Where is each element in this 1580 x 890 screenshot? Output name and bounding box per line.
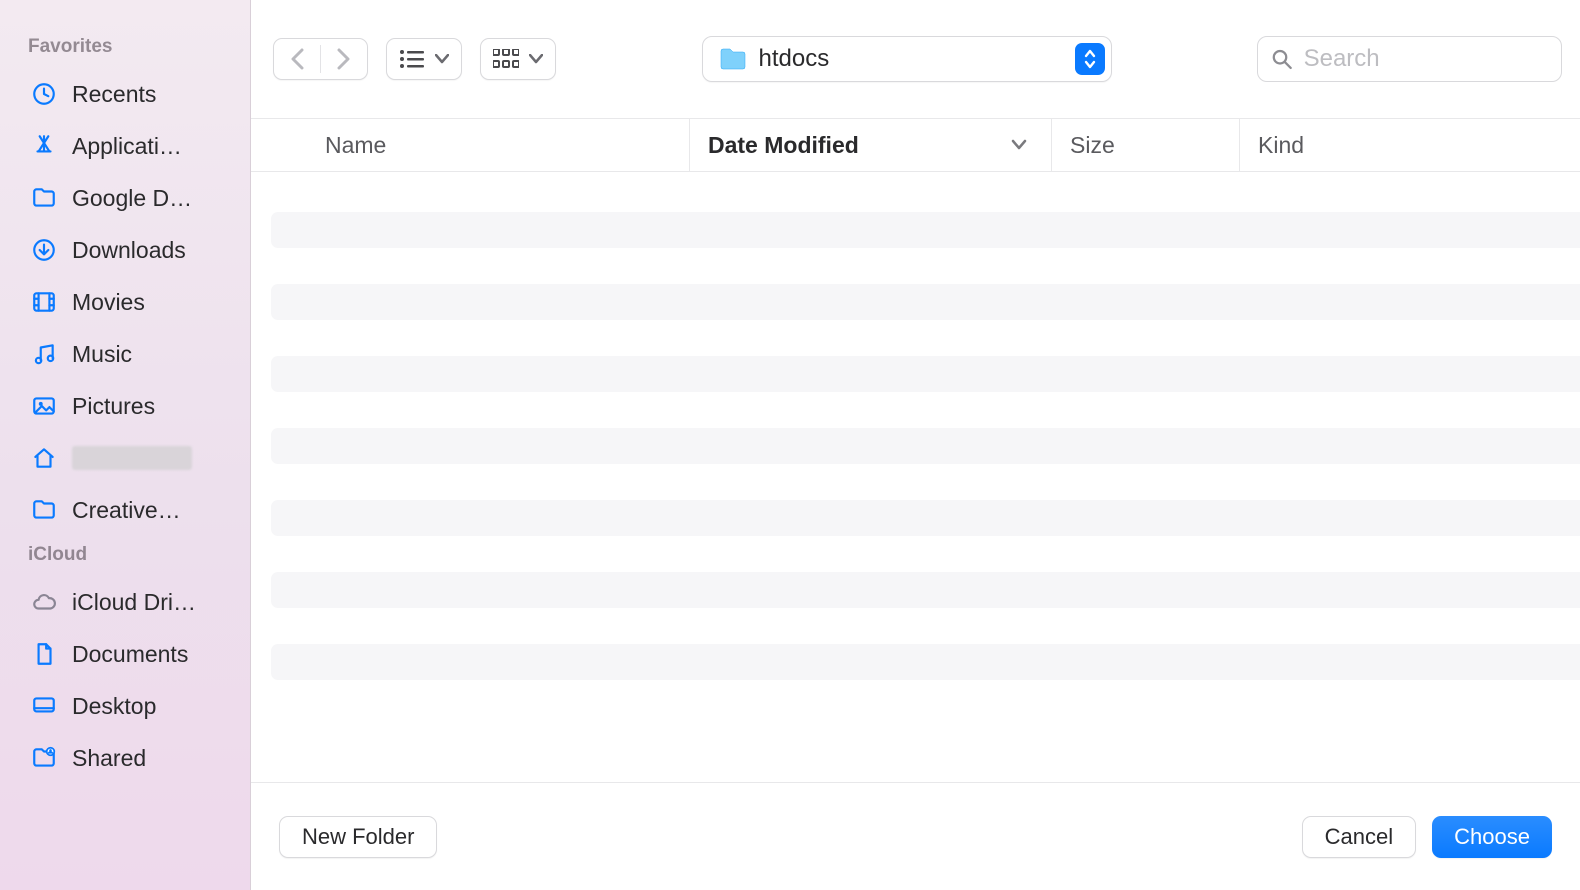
grid-icon xyxy=(493,49,519,69)
folder-icon-wrap xyxy=(30,496,58,524)
list-icon xyxy=(399,49,425,69)
shared-icon-wrap xyxy=(30,744,58,772)
sidebar-item-label: Shared xyxy=(72,745,146,772)
clock-icon xyxy=(31,81,57,107)
list-row-empty xyxy=(271,500,1580,536)
footer: New Folder Cancel Choose xyxy=(251,782,1580,890)
sidebar-item-creative-[interactable]: Creative… xyxy=(0,484,250,536)
column-date-modified[interactable]: Date Modified xyxy=(690,119,1052,171)
sidebar-item-recents[interactable]: Recents xyxy=(0,68,250,120)
chevron-down-icon xyxy=(529,54,543,64)
chevron-right-icon xyxy=(337,48,351,70)
forward-button[interactable] xyxy=(321,38,367,80)
doc-icon xyxy=(31,641,57,667)
sidebar-item-shared[interactable]: Shared xyxy=(0,732,250,784)
picture-icon xyxy=(31,393,57,419)
sidebar-item-label: Movies xyxy=(72,289,145,316)
sidebar-item-label: Recents xyxy=(72,81,156,108)
search-icon xyxy=(1272,48,1292,70)
movie-icon xyxy=(31,289,57,315)
desktop-icon-wrap xyxy=(30,692,58,720)
column-name[interactable]: Name xyxy=(251,119,690,171)
folder-icon xyxy=(31,497,57,523)
sidebar-item-label: iCloud Dri… xyxy=(72,589,196,616)
sidebar-item-movies[interactable]: Movies xyxy=(0,276,250,328)
sidebar-item-label: Desktop xyxy=(72,693,156,720)
sidebar-item-icloud-dri-[interactable]: iCloud Dri… xyxy=(0,576,250,628)
cloud-icon-wrap xyxy=(30,588,58,616)
sidebar-section-title: Favorites xyxy=(0,28,250,68)
appstore-icon-wrap xyxy=(30,132,58,160)
group-by-button[interactable] xyxy=(480,38,556,80)
sidebar-item-label: Music xyxy=(72,341,132,368)
current-folder-popup[interactable]: htdocs xyxy=(702,36,1112,82)
choose-button[interactable]: Choose xyxy=(1432,816,1552,858)
sidebar-item-pictures[interactable]: Pictures xyxy=(0,380,250,432)
column-label: Name xyxy=(325,132,386,159)
sidebar-item-desktop[interactable]: Desktop xyxy=(0,680,250,732)
download-icon xyxy=(31,237,57,263)
sidebar-item-label: Creative… xyxy=(72,497,181,524)
clock-icon-wrap xyxy=(30,80,58,108)
appstore-icon xyxy=(31,133,57,159)
picture-icon-wrap xyxy=(30,392,58,420)
sidebar-item-label: Documents xyxy=(72,641,188,668)
file-chooser-window: Favorites Recents Applicati… Google D… Downl… xyxy=(0,0,1580,890)
sidebar-item-label: Pictures xyxy=(72,393,155,420)
sidebar-section-title: iCloud xyxy=(0,536,250,576)
home-icon-wrap xyxy=(30,444,58,472)
column-size[interactable]: Size xyxy=(1052,119,1240,171)
chevron-up-down-icon xyxy=(1083,48,1097,70)
sidebar-item-label: Google D… xyxy=(72,185,192,212)
list-row-empty xyxy=(271,428,1580,464)
column-header: Name Date Modified Size Kind xyxy=(251,118,1580,172)
folder-popup-stepper[interactable] xyxy=(1075,43,1105,75)
home-icon xyxy=(31,445,57,471)
folder-icon xyxy=(31,185,57,211)
list-row-empty xyxy=(271,644,1580,680)
doc-icon-wrap xyxy=(30,640,58,668)
new-folder-button[interactable]: New Folder xyxy=(279,816,437,858)
download-icon-wrap xyxy=(30,236,58,264)
column-kind[interactable]: Kind xyxy=(1240,119,1580,171)
chevron-down-icon xyxy=(1011,139,1027,151)
music-icon xyxy=(31,341,57,367)
column-label: Size xyxy=(1070,132,1115,159)
sidebar-item-documents[interactable]: Documents xyxy=(0,628,250,680)
sidebar-item-label xyxy=(72,446,192,470)
sidebar-item-applicati-[interactable]: Applicati… xyxy=(0,120,250,172)
chevron-left-icon xyxy=(290,48,304,70)
nav-back-forward xyxy=(273,38,368,80)
back-button[interactable] xyxy=(274,38,320,80)
file-list[interactable] xyxy=(251,172,1580,782)
search-input[interactable] xyxy=(1302,44,1547,74)
sidebar-item-label: Applicati… xyxy=(72,133,182,160)
chevron-down-icon xyxy=(435,54,449,64)
view-mode-list-button[interactable] xyxy=(386,38,462,80)
column-label: Kind xyxy=(1258,132,1304,159)
sidebar-item-label: Downloads xyxy=(72,237,186,264)
list-row-empty xyxy=(271,212,1580,248)
list-row-empty xyxy=(271,284,1580,320)
list-row-empty xyxy=(271,572,1580,608)
desktop-icon xyxy=(31,693,57,719)
sidebar-item-music[interactable]: Music xyxy=(0,328,250,380)
column-label: Date Modified xyxy=(708,132,859,159)
folder-icon xyxy=(719,47,747,71)
shared-icon xyxy=(31,745,57,771)
folder-icon-wrap xyxy=(30,184,58,212)
cancel-button[interactable]: Cancel xyxy=(1302,816,1416,858)
cloud-icon xyxy=(31,589,57,615)
sidebar: Favorites Recents Applicati… Google D… Downl… xyxy=(0,0,251,890)
music-icon-wrap xyxy=(30,340,58,368)
sidebar-item-google-d-[interactable]: Google D… xyxy=(0,172,250,224)
toolbar: htdocs xyxy=(251,0,1580,118)
current-folder-name: htdocs xyxy=(759,45,830,73)
sidebar-item-home[interactable] xyxy=(0,432,250,484)
sidebar-item-downloads[interactable]: Downloads xyxy=(0,224,250,276)
main-area: htdocs Name Date Modified xyxy=(251,0,1580,890)
search-field[interactable] xyxy=(1257,36,1562,82)
movie-icon-wrap xyxy=(30,288,58,316)
list-row-empty xyxy=(271,356,1580,392)
